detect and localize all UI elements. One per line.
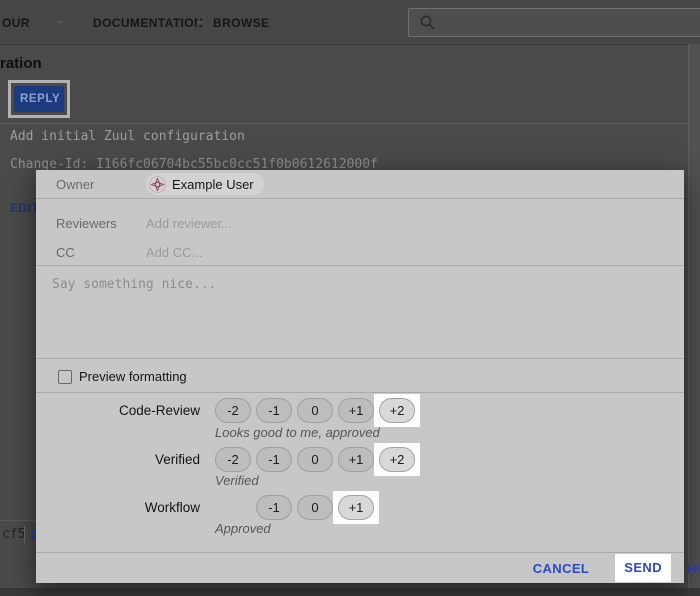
highlight-box: +2 (374, 394, 420, 427)
vote-button-verified-+1[interactable]: +1 (338, 447, 374, 472)
vote-label-verified: Verified (36, 452, 200, 467)
add-reviewer-input[interactable]: Add reviewer... (146, 216, 232, 231)
nav-item-documentation[interactable]: DOCUMENTATION (93, 16, 203, 30)
preview-formatting-checkbox[interactable] (58, 370, 72, 384)
vote-button-verified--1[interactable]: -1 (256, 447, 292, 472)
cancel-button[interactable]: CANCEL (533, 561, 590, 576)
send-highlight-box: SEND (615, 554, 671, 582)
vote-button-verified--2[interactable]: -2 (215, 447, 251, 472)
vote-button-code-review--2[interactable]: -2 (215, 398, 251, 423)
reply-message-textarea[interactable]: Say something nice... (52, 277, 216, 292)
right-edge-link-fragment[interactable]: HO (687, 561, 700, 576)
owner-chip[interactable]: Example User (146, 173, 264, 195)
divider (36, 265, 684, 266)
vote-button-workflow-0[interactable]: 0 (297, 495, 333, 520)
search-input[interactable] (443, 11, 687, 34)
vote-button-code-review--1[interactable]: -1 (256, 398, 292, 423)
nav-item-your[interactable]: OUR (2, 16, 30, 30)
reply-button[interactable]: REPLY (14, 86, 64, 112)
page-footer-strip (0, 588, 700, 596)
chevron-down-icon (196, 21, 204, 26)
vote-description: Verified (215, 473, 259, 488)
search-icon (419, 14, 436, 31)
chevron-down-icon (56, 21, 64, 26)
send-button[interactable]: SEND (624, 560, 662, 575)
reviewers-label: Reviewers (56, 216, 117, 231)
highlight-box: +2 (374, 443, 420, 476)
vote-button-verified-0[interactable]: 0 (297, 447, 333, 472)
cc-label: CC (56, 245, 75, 260)
vote-button-verified-+2[interactable]: +2 (379, 447, 415, 472)
vote-button-code-review-+2[interactable]: +2 (379, 398, 415, 423)
preview-formatting-label: Preview formatting (79, 369, 187, 384)
vote-button-workflow-+1[interactable]: +1 (338, 495, 374, 520)
divider (36, 358, 684, 359)
owner-label: Owner (56, 177, 94, 192)
vote-label-code-review: Code-Review (36, 403, 200, 418)
reply-dialog: Owner Example User Reviewers Add reviewe… (36, 170, 684, 583)
vote-description: Looks good to me, approved (215, 425, 380, 440)
commit-hash-fragment: cf5 (2, 527, 25, 542)
scrollbar-track[interactable] (689, 44, 700, 588)
divider (0, 520, 36, 521)
vote-label-workflow: Workflow (36, 500, 200, 515)
search-box[interactable] (408, 8, 700, 37)
add-cc-input[interactable]: Add CC... (146, 245, 202, 260)
owner-name: Example User (172, 177, 254, 192)
nav-item-browse[interactable]: BROWSE (213, 16, 269, 30)
edit-link[interactable]: EDIT (10, 201, 39, 215)
vote-button-code-review-0[interactable]: 0 (297, 398, 333, 423)
divider (36, 198, 684, 199)
vote-description: Approved (215, 521, 271, 536)
divider (36, 392, 684, 393)
top-navigation-bar: OUR DOCUMENTATION BROWSE (0, 0, 700, 45)
vote-button-workflow--1[interactable]: -1 (256, 495, 292, 520)
dialog-footer: CANCEL SEND (36, 552, 684, 583)
vote-button-code-review-+1[interactable]: +1 (338, 398, 374, 423)
divider (24, 526, 25, 543)
identicon-avatar (149, 176, 166, 193)
highlight-box: +1 (333, 491, 379, 524)
page-title: ration (0, 55, 42, 72)
commit-message: Add initial Zuul configuration (10, 129, 245, 144)
divider (0, 123, 688, 124)
